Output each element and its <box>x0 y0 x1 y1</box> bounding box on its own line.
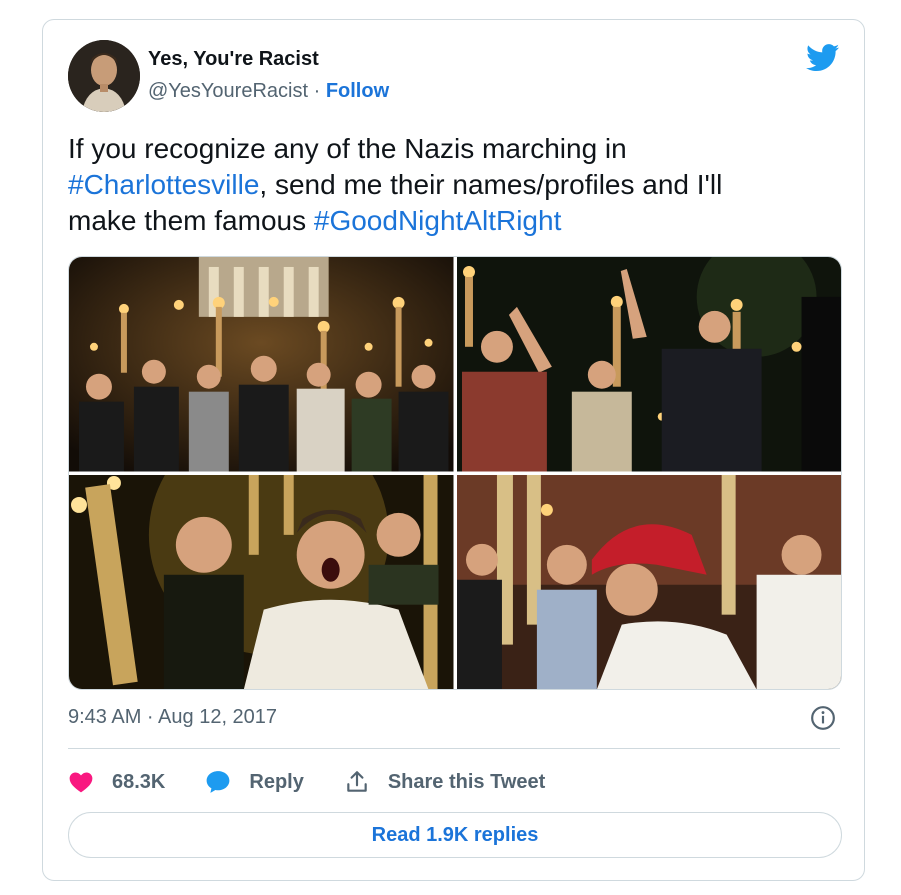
action-bar: 68.3K Reply Share this Tweet <box>68 762 585 802</box>
author-name[interactable]: Yes, You're Racist <box>148 48 319 71</box>
reply-button[interactable]: Reply <box>205 769 304 795</box>
speech-bubble-icon <box>207 771 230 793</box>
divider <box>68 748 840 749</box>
media-grid <box>68 256 842 690</box>
photo-2[interactable] <box>456 257 841 472</box>
photo-4[interactable] <box>456 474 841 689</box>
twitter-bird-icon[interactable] <box>806 44 840 72</box>
heart-icon <box>69 772 93 793</box>
follow-button[interactable]: Follow <box>326 80 389 102</box>
read-replies-button[interactable]: Read 1.9K replies <box>68 812 842 858</box>
share-button[interactable]: Share this Tweet <box>344 769 545 795</box>
photo-3[interactable] <box>69 474 454 689</box>
share-upload-icon <box>347 771 367 792</box>
share-label: Share this Tweet <box>387 770 546 793</box>
tweet-text-line2: , send me their names/profiles and I'll <box>259 169 723 200</box>
tweet-timestamp[interactable]: 9:43 AM · Aug 12, 2017 <box>68 706 277 729</box>
reply-label: Reply <box>249 770 304 793</box>
tweet-text: If you recognize any of the Nazis marchi… <box>68 131 828 239</box>
hashtag-goodnightaltright[interactable]: #GoodNightAltRight <box>314 205 561 236</box>
tweet-card: Yes, You're Racist @YesYoureRacist · Fol… <box>42 19 865 881</box>
separator-dot: · <box>308 80 326 102</box>
author-avatar[interactable] <box>68 40 140 112</box>
tweet-text-line3: make them famous <box>68 205 314 236</box>
tweet-text-line1: If you recognize any of the Nazis marchi… <box>68 133 627 164</box>
info-icon[interactable] <box>810 705 836 731</box>
hashtag-charlottesville[interactable]: #Charlottesville <box>68 169 259 200</box>
author-handle-row: @YesYoureRacist · Follow <box>148 80 389 103</box>
like-count: 68.3K <box>112 770 166 793</box>
like-button[interactable]: 68.3K <box>68 769 165 795</box>
author-handle[interactable]: @YesYoureRacist <box>148 80 308 102</box>
photo-1[interactable] <box>69 257 454 472</box>
